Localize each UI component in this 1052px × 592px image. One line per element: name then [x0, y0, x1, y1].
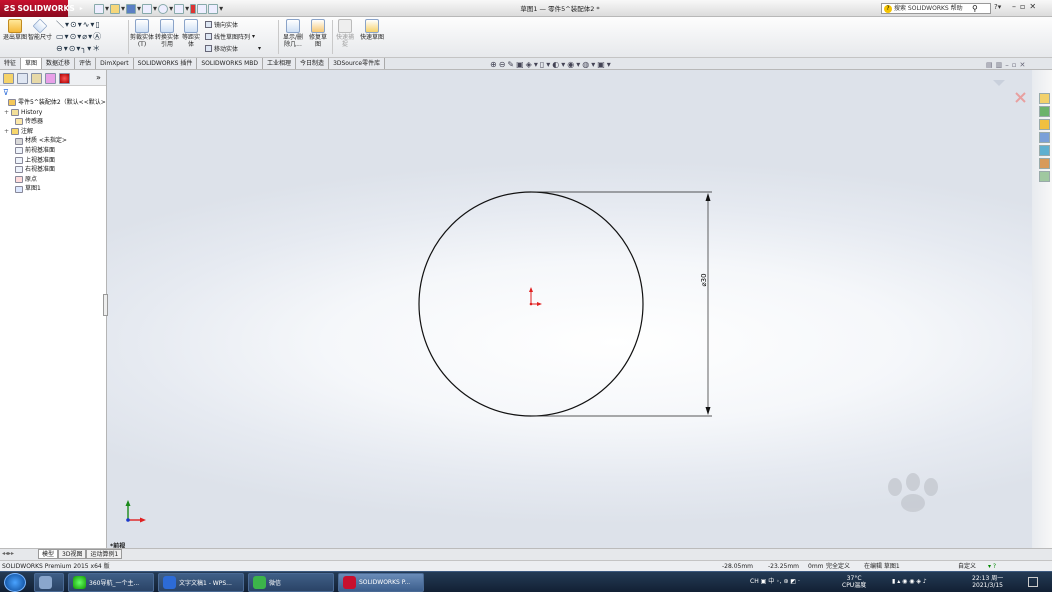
cpu-temp-widget: 37°C CPU温度 [842, 575, 867, 589]
file-explorer-tab-icon[interactable] [1039, 119, 1050, 130]
tab-scroll-arrows[interactable]: ◂◂▸▸ [2, 550, 14, 557]
action-center-icon[interactable] [1028, 577, 1038, 587]
sketch-canvas: ⌀30 [125, 80, 1026, 523]
tray-input-icons[interactable]: CH ▣ 中 ◦, ⊛ ◩ · [750, 578, 800, 585]
taskbar-item-wps[interactable]: 文字文稿1 - WPS... [158, 573, 244, 592]
model-tab[interactable]: 运动算例1 [86, 549, 123, 559]
watermark-paw-icon [888, 473, 938, 512]
solidworks-app-icon [343, 576, 356, 589]
browser-icon [73, 576, 86, 589]
pinned-app-icon[interactable] [34, 573, 64, 592]
clock[interactable]: 22:13 周一 2021/3/15 [972, 575, 1003, 589]
model-tabs-bar [0, 548, 1052, 560]
wechat-icon [253, 576, 266, 589]
appearances-tab-icon[interactable] [1039, 145, 1050, 156]
taskbar-item-solidworks[interactable]: SOLIDWORKS P... [338, 573, 424, 592]
diameter-dimension-text[interactable]: ⌀30 [700, 273, 708, 286]
status-bar: SOLIDWORKS Premium 2015 x64 版 -28.05mm -… [0, 560, 1052, 571]
confirm-corner-icon[interactable] [993, 80, 1026, 103]
taskbar-item-360-browser[interactable]: 360导航_一个主... [68, 573, 154, 592]
tray-icons[interactable]: ▮ ▴ ◉ ◉ ◈ ♪ [892, 578, 927, 585]
origin-icon [529, 287, 542, 306]
start-button[interactable] [4, 573, 26, 592]
model-tabs: 模型 3D视图 运动算例1 [38, 548, 123, 559]
model-tab[interactable]: 模型 [38, 549, 59, 559]
panel-splitter-handle[interactable] [103, 294, 108, 316]
custom-properties-tab-icon[interactable] [1039, 158, 1050, 169]
dimension-arrow-top [705, 193, 711, 201]
windows-taskbar: 360导航_一个主... 文字文稿1 - WPS... 微信 SOLIDWORK… [0, 571, 1052, 592]
model-tab[interactable]: 3D视图 [58, 549, 87, 559]
dimension-arrow-bottom [705, 407, 711, 415]
reference-triad-icon [125, 500, 146, 523]
view-palette-tab-icon[interactable] [1039, 132, 1050, 143]
design-library-tab-icon[interactable] [1039, 106, 1050, 117]
wps-icon [163, 576, 176, 589]
taskbar-item-wechat[interactable]: 微信 [248, 573, 334, 592]
resources-tab-icon[interactable] [1039, 93, 1050, 104]
solidworks-forum-tab-icon[interactable] [1039, 171, 1050, 182]
